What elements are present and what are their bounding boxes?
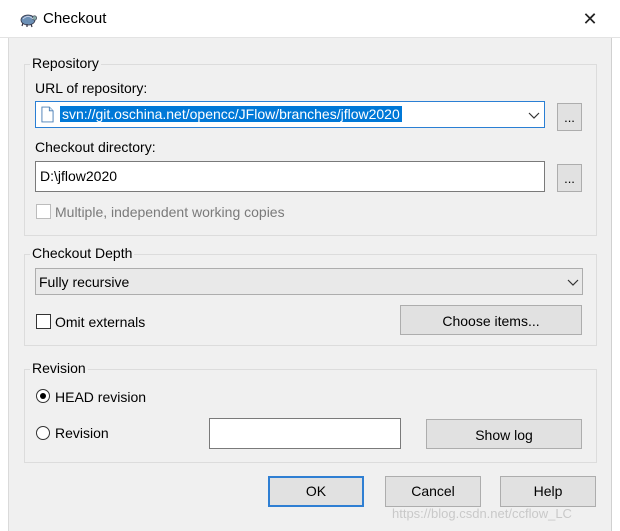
depth-select[interactable]: Fully recursive	[35, 268, 583, 295]
title-bar[interactable]: Checkout ✕	[0, 0, 620, 38]
omit-externals-checkbox[interactable]	[36, 314, 51, 329]
window-title: Checkout	[43, 10, 107, 27]
window-frame-left	[0, 38, 9, 531]
url-combobox[interactable]: svn://git.oschina.net/opencc/JFlow/branc…	[35, 101, 545, 128]
close-icon[interactable]: ✕	[574, 6, 606, 32]
directory-browse-button[interactable]: ...	[557, 164, 582, 192]
head-revision-label: HEAD revision	[55, 389, 147, 405]
url-browse-button[interactable]: ...	[557, 103, 582, 131]
radio-selected-dot	[40, 393, 46, 399]
multiple-copies-checkbox[interactable]	[36, 204, 51, 219]
revision-radio[interactable]	[36, 426, 50, 440]
checkout-directory-input[interactable]: D:\jflow2020	[35, 161, 545, 192]
cancel-button[interactable]: Cancel	[385, 476, 481, 507]
chevron-down-icon	[567, 279, 579, 286]
revision-label: Revision	[55, 425, 109, 441]
window-frame-right	[611, 38, 620, 531]
choose-items-button[interactable]: Choose items...	[400, 305, 582, 335]
multiple-copies-label: Multiple, independent working copies	[55, 204, 285, 220]
url-label: URL of repository:	[35, 80, 148, 96]
tortoise-svn-icon	[20, 14, 38, 28]
document-icon	[41, 106, 54, 123]
watermark-text: https://blog.csdn.net/ccflow_LC	[392, 506, 572, 521]
depth-select-value: Fully recursive	[39, 274, 130, 290]
url-value: svn://git.oschina.net/opencc/JFlow/branc…	[60, 106, 402, 122]
revision-input[interactable]	[209, 418, 401, 449]
checkout-directory-label: Checkout directory:	[35, 139, 156, 155]
show-log-button[interactable]: Show log	[426, 419, 582, 449]
checkout-depth-group-title: Checkout Depth	[30, 245, 135, 261]
head-revision-radio[interactable]	[36, 389, 50, 403]
ok-button[interactable]: OK	[268, 476, 364, 507]
omit-externals-label: Omit externals	[55, 314, 146, 330]
chevron-down-icon[interactable]	[527, 108, 541, 122]
revision-group-title: Revision	[30, 360, 88, 376]
checkout-directory-value: D:\jflow2020	[40, 168, 118, 184]
repository-group-title: Repository	[30, 55, 101, 71]
help-button[interactable]: Help	[500, 476, 596, 507]
